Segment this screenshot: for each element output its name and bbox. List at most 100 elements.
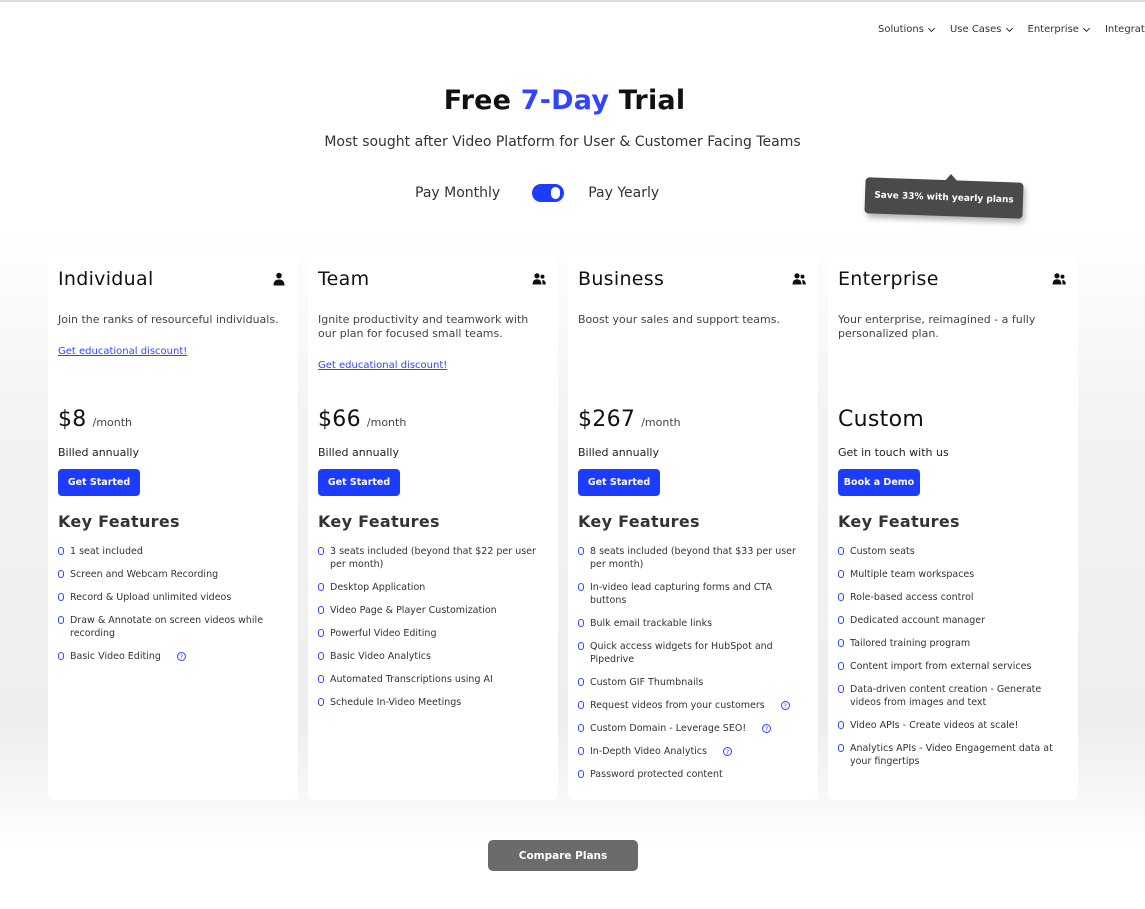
nav-label: Use Cases [949, 24, 1002, 35]
feature-list: Custom seats Multiple team workspaces Role… [838, 545, 1070, 778]
feature-item: Custom Domain - Leverage SEO!? [578, 722, 810, 735]
bullet-icon [578, 619, 584, 627]
bullet-icon [838, 593, 844, 601]
feature-text: Powerful Video Editing [330, 628, 437, 639]
feature-item: Data-driven content creation - Generate … [838, 683, 1070, 709]
title-prefix: Free [443, 85, 521, 116]
feature-item: Desktop Application [318, 581, 550, 594]
billing-toggle[interactable] [532, 184, 565, 202]
feature-item: Screen and Webcam Recording [58, 568, 290, 581]
feature-text: Data-driven content creation - Generate … [850, 684, 1042, 708]
feature-item: Schedule In-Video Meetings [318, 696, 550, 709]
plan-price: $8/month [58, 407, 132, 432]
toggle-knob [551, 187, 561, 199]
nav-integrations[interactable]: Integrations [1105, 24, 1145, 35]
page-title: Free 7-Day Trial [0, 85, 1129, 116]
savings-tooltip: Save 33% with yearly plans [864, 177, 1024, 219]
get-started-button[interactable]: Get Started [318, 469, 400, 496]
feature-item: Request videos from your customers? [578, 699, 810, 712]
billing-toggle-group: Pay Monthly Pay Yearly [415, 184, 659, 202]
help-icon[interactable]: ? [780, 701, 790, 710]
plan-description: Join the ranks of resourceful individual… [58, 313, 279, 326]
feature-text: Video APIs - Create videos at scale! [850, 720, 1019, 731]
feature-text: Bulk email trackable links [590, 618, 713, 629]
feature-text: Automated Transcriptions using AI [330, 674, 493, 685]
feature-item: Password protected content [578, 768, 810, 781]
price-amount: Custom [838, 407, 925, 432]
bullet-icon [838, 547, 844, 555]
top-nav: Solutions Use Cases Enterprise Integrati… [878, 24, 1145, 35]
plan-description: Ignite productivity and teamwork with ou… [318, 313, 529, 340]
feature-list: 1 seat included Screen and Webcam Recordi… [58, 545, 290, 673]
user-icon [273, 272, 285, 286]
feature-text: Video Page & Player Customization [330, 605, 497, 616]
book-demo-button[interactable]: Book a Demo [838, 469, 920, 496]
get-started-button[interactable]: Get Started [58, 469, 140, 496]
bullet-icon [58, 593, 64, 601]
billing-note: Billed annually [578, 446, 659, 459]
feature-text: 3 seats included (beyond that $22 per us… [330, 546, 536, 570]
feature-item: Dedicated account manager [838, 614, 1070, 627]
educational-discount-link[interactable]: Get educational discount! [318, 360, 447, 371]
chevron-down-icon [927, 24, 935, 32]
feature-text: Basic Video Analytics [330, 651, 431, 662]
nav-solutions[interactable]: Solutions [878, 24, 935, 35]
feature-item: In-video lead capturing forms and CTA bu… [578, 581, 810, 607]
feature-text: Schedule In-Video Meetings [330, 697, 462, 708]
plan-description: Your enterprise, reimagined - a fully pe… [838, 313, 1036, 340]
feature-item: Basic Video Editing? [58, 650, 290, 663]
plan-price: Custom [838, 407, 930, 432]
feature-text: Desktop Application [330, 582, 426, 593]
bullet-icon [578, 583, 584, 591]
price-amount: $8 [58, 407, 87, 432]
bullet-icon [838, 662, 844, 670]
nav-label: Integrations [1104, 24, 1145, 35]
bullet-icon [838, 616, 844, 624]
bullet-icon [578, 678, 584, 686]
nav-label: Solutions [878, 24, 924, 35]
plan-card-individual: Individual Join the ranks of resourceful… [48, 252, 298, 800]
compare-plans-button[interactable]: Compare Plans [488, 840, 638, 871]
bullet-icon [578, 724, 584, 732]
bullet-icon [838, 639, 844, 647]
feature-text: Quick access widgets for HubSpot and Pip… [590, 641, 773, 665]
bullet-icon [58, 616, 64, 624]
feature-item: Draw & Annotate on screen videos while r… [58, 614, 290, 640]
plan-name: Team [318, 268, 370, 290]
key-features-title: Key Features [58, 512, 180, 531]
top-border [0, 0, 1145, 2]
feature-text: Draw & Annotate on screen videos while r… [70, 615, 264, 639]
feature-text: 8 seats included (beyond that $33 per us… [590, 546, 796, 570]
bullet-icon [838, 685, 844, 693]
feature-text: Request videos from your customers [590, 700, 765, 711]
feature-text: Password protected content [590, 769, 723, 780]
help-icon[interactable]: ? [722, 747, 732, 756]
plan-description: Boost your sales and support teams. [578, 313, 780, 326]
feature-item: 3 seats included (beyond that $22 per us… [318, 545, 550, 571]
bullet-icon [578, 642, 584, 650]
feature-text: Custom GIF Thumbnails [590, 677, 704, 688]
bullet-icon [318, 698, 324, 706]
help-icon[interactable]: ? [176, 652, 186, 661]
feature-text: Screen and Webcam Recording [70, 569, 219, 580]
bullet-icon [58, 570, 64, 578]
nav-label: Enterprise [1027, 24, 1079, 35]
pay-yearly-label[interactable]: Pay Yearly [588, 185, 659, 201]
feature-item: Powerful Video Editing [318, 627, 550, 640]
key-features-title: Key Features [318, 512, 440, 531]
educational-discount-link[interactable]: Get educational discount! [58, 346, 187, 357]
feature-item: 1 seat included [58, 545, 290, 558]
bullet-icon [318, 583, 324, 591]
chevron-down-icon [1005, 24, 1013, 32]
feature-list: 3 seats included (beyond that $22 per us… [318, 545, 550, 719]
price-period: /month [366, 416, 407, 429]
bullet-icon [318, 547, 324, 555]
pay-monthly-label[interactable]: Pay Monthly [415, 185, 500, 201]
billing-note: Billed annually [58, 446, 139, 459]
nav-enterprise[interactable]: Enterprise [1027, 24, 1090, 35]
help-icon[interactable]: ? [762, 724, 772, 733]
price-period: /month [92, 416, 133, 429]
nav-use-cases[interactable]: Use Cases [949, 24, 1013, 35]
get-started-button[interactable]: Get Started [578, 469, 660, 496]
feature-text: In-Depth Video Analytics [590, 746, 707, 757]
